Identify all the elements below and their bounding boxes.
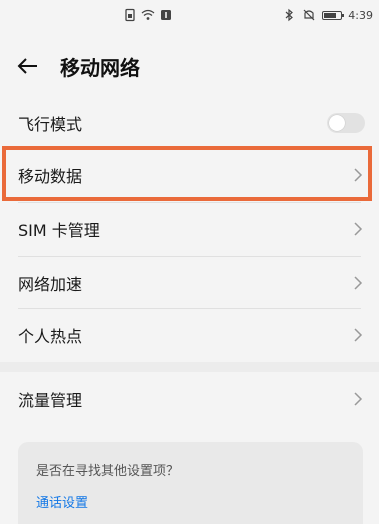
status-bar-right: 4:39 (282, 8, 373, 22)
mobile-data-row[interactable]: 移动数据 (0, 148, 379, 202)
mute-icon (303, 9, 315, 21)
suggestion-question: 是否在寻找其他设置项？ (36, 464, 180, 479)
chevron-right-icon (354, 328, 363, 342)
toggle-knob (329, 115, 345, 131)
page-title: 移动网络 (60, 56, 140, 80)
data-usage-label: 流量管理 (18, 391, 83, 410)
screen: 4:39 移动网络 飞行模式 移动数据 SIM 卡管理 网络加速 个人热点 流量… (0, 0, 379, 524)
status-bar: 4:39 (0, 0, 379, 34)
section-separator (0, 362, 379, 372)
airplane-mode-label: 飞行模式 (18, 115, 83, 134)
hotspot-row[interactable]: 个人热点 (0, 308, 379, 362)
mobile-data-label: 移动数据 (18, 167, 83, 186)
chevron-right-icon (354, 276, 363, 290)
wifi-icon (141, 9, 155, 20)
chevron-right-icon (354, 392, 363, 406)
sim-management-row[interactable]: SIM 卡管理 (0, 202, 379, 256)
data-usage-row[interactable]: 流量管理 (0, 372, 379, 426)
back-arrow-icon[interactable] (14, 52, 42, 80)
airplane-mode-row[interactable]: 飞行模式 (0, 96, 379, 150)
status-bar-center (123, 8, 173, 22)
notification-icon (161, 10, 171, 20)
bluetooth-icon (285, 8, 294, 22)
hotspot-label: 个人热点 (18, 327, 83, 346)
chevron-right-icon (354, 168, 363, 182)
call-settings-link[interactable]: 通话设置 (36, 492, 88, 511)
sim-management-label: SIM 卡管理 (18, 221, 100, 240)
chevron-right-icon (354, 222, 363, 236)
sim-icon (125, 8, 135, 22)
suggestion-card: 是否在寻找其他设置项？ 通话设置 (18, 442, 363, 524)
network-acceleration-label: 网络加速 (18, 275, 83, 294)
airplane-mode-toggle[interactable] (327, 113, 365, 133)
network-acceleration-row[interactable]: 网络加速 (0, 256, 379, 310)
battery-icon (322, 10, 345, 20)
status-time: 4:39 (348, 8, 373, 22)
app-header: 移动网络 (0, 44, 379, 88)
